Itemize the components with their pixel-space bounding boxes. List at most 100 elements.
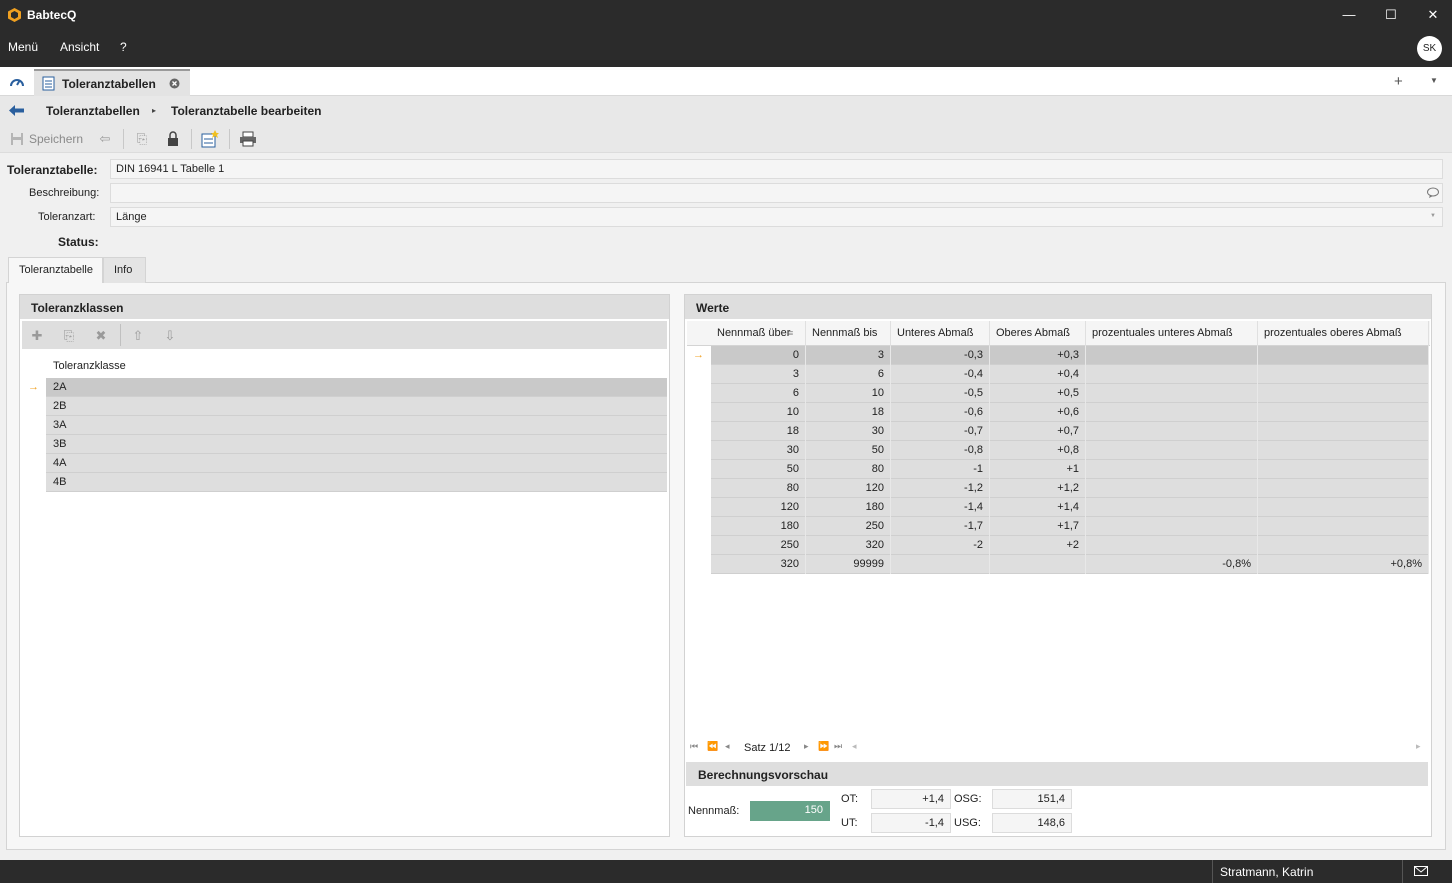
next-record-icon[interactable]: ▸ [804,741,809,752]
tab-info[interactable]: Info [103,257,146,283]
record-counter: Satz 1/12 [744,742,791,754]
user-avatar[interactable]: SK [1417,36,1442,61]
table-cell [891,555,990,574]
toleranzart-select[interactable]: Länge [110,207,1443,227]
print-icon[interactable] [239,131,257,147]
table-row[interactable]: 120 180 -1,4 +1,4 [711,498,1429,517]
table-row[interactable]: 180 250 -1,7 +1,7 [711,517,1429,536]
table-cell: 50 [711,460,806,479]
table-cell [1258,460,1429,479]
table-cell [1086,479,1258,498]
table-cell: -0,4 [891,365,990,384]
table-row[interactable]: 30 50 -0,8 +0,8 [711,441,1429,460]
table-cell: 250 [711,536,806,555]
list-item[interactable]: 3B [46,435,667,454]
table-row[interactable]: 0 3 -0,3 +0,3 [711,346,1429,365]
current-row-arrow-icon: → [693,349,704,361]
status-divider [1402,860,1403,883]
breadcrumb-separator-icon: ▸ [152,106,157,115]
prev-record-icon[interactable]: ◂ [725,741,730,752]
table-cell: +2 [990,536,1086,555]
table-row[interactable]: 3 6 -0,4 +0,4 [711,365,1429,384]
sort-ascending-icon[interactable]: ≡ [788,321,804,346]
next-page-icon[interactable]: ⏩ [818,741,829,752]
tab-toleranztabellen[interactable]: Toleranztabellen [34,69,190,96]
breadcrumb-root[interactable]: Toleranztabellen [46,104,140,118]
column-header[interactable]: Unteres Abmaß [891,321,990,346]
toleranzklasse-cell: 3B [53,438,67,450]
table-cell: 250 [806,517,891,536]
table-cell: 6 [711,384,806,403]
table-cell: +1,7 [990,517,1086,536]
back-arrow-icon[interactable] [9,105,24,116]
ot-value: +1,4 [871,789,951,809]
table-cell: +0,8 [990,441,1086,460]
list-item[interactable]: 3A [46,416,667,435]
list-item[interactable]: 4A [46,454,667,473]
dashboard-icon[interactable] [9,74,25,90]
add-tab-icon[interactable]: + [1394,73,1403,90]
table-cell: 180 [806,498,891,517]
table-cell [1258,346,1429,365]
column-header[interactable]: prozentuales oberes Abmaß [1258,321,1429,346]
scroll-right-icon[interactable]: ▸ [1416,741,1421,752]
copy-row-icon[interactable]: ⎘ [60,327,78,345]
table-cell: 0 [711,346,806,365]
toleranzart-label: Toleranzart: [38,211,96,223]
column-header-label: Toleranzklasse [53,360,126,372]
mail-icon[interactable] [1414,866,1428,876]
minimize-button[interactable]: — [1326,0,1372,30]
table-cell: -0,5 [891,384,990,403]
table-row[interactable]: 250 320 -2 +2 [711,536,1429,555]
ot-label: OT: [841,793,859,805]
column-header[interactable]: Oberes Abmaß [990,321,1086,346]
toleranztabelle-field[interactable]: DIN 16941 L Tabelle 1 [110,159,1443,179]
save-button[interactable]: Speichern [29,132,83,146]
column-header[interactable]: Nennmaß bis [806,321,891,346]
table-cell [1258,403,1429,422]
toleranztabelle-label: Toleranztabelle: [7,163,98,177]
list-item[interactable]: 2A [46,378,667,397]
last-record-icon[interactable]: ⏭ [834,741,842,752]
move-up-icon[interactable]: ⇧ [129,327,147,345]
close-window-button[interactable]: ✕ [1410,0,1452,30]
delete-row-icon[interactable]: ✖ [92,327,110,345]
table-row[interactable]: 50 80 -1 +1 [711,460,1429,479]
tab-dropdown-icon[interactable]: ▼ [1430,76,1438,85]
toleranzklasse-cell: 4A [53,457,67,469]
undo-icon[interactable]: ⇦ [96,130,114,148]
menu-item-help[interactable]: ? [120,40,127,54]
table-row[interactable]: 320 99999 -0,8% +0,8% [711,555,1429,574]
table-row[interactable]: 80 120 -1,2 +1,2 [711,479,1429,498]
new-table-icon[interactable] [201,130,219,148]
comment-icon[interactable] [1427,187,1439,198]
nennmass-input[interactable]: 150 [750,801,830,821]
copy-doc-icon[interactable]: ⎘ [133,130,151,148]
menu-item-menu[interactable]: Menü [8,40,38,54]
table-row[interactable]: 10 18 -0,6 +0,6 [711,403,1429,422]
first-record-icon[interactable]: ⏮ [690,741,698,752]
beschreibung-field[interactable] [110,183,1443,203]
lock-icon[interactable] [166,131,180,147]
list-item[interactable]: 2B [46,397,667,416]
status-label: Status: [58,235,99,249]
close-tab-icon[interactable] [169,78,180,89]
list-item[interactable]: 4B [46,473,667,492]
maximize-button[interactable]: ☐ [1368,0,1414,30]
scroll-left-icon[interactable]: ◂ [852,741,857,752]
nennmass-label: Nennmaß: [688,805,740,817]
add-row-icon[interactable]: ✚ [28,327,46,345]
menu-item-ansicht[interactable]: Ansicht [60,40,99,54]
move-down-icon[interactable]: ⇩ [161,327,179,345]
table-cell [1258,517,1429,536]
column-header[interactable]: prozentuales unteres Abmaß [1086,321,1258,346]
table-cell [1086,517,1258,536]
chevron-down-icon[interactable]: ▼ [1430,213,1436,219]
table-row[interactable]: 18 30 -0,7 +0,7 [711,422,1429,441]
table-row[interactable]: 6 10 -0,5 +0,5 [711,384,1429,403]
tab-toleranztabelle[interactable]: Toleranztabelle [8,257,103,283]
prev-page-icon[interactable]: ⏪ [707,741,718,752]
usg-label: USG: [954,817,981,829]
table-cell: -0,8 [891,441,990,460]
table-cell: 120 [806,479,891,498]
